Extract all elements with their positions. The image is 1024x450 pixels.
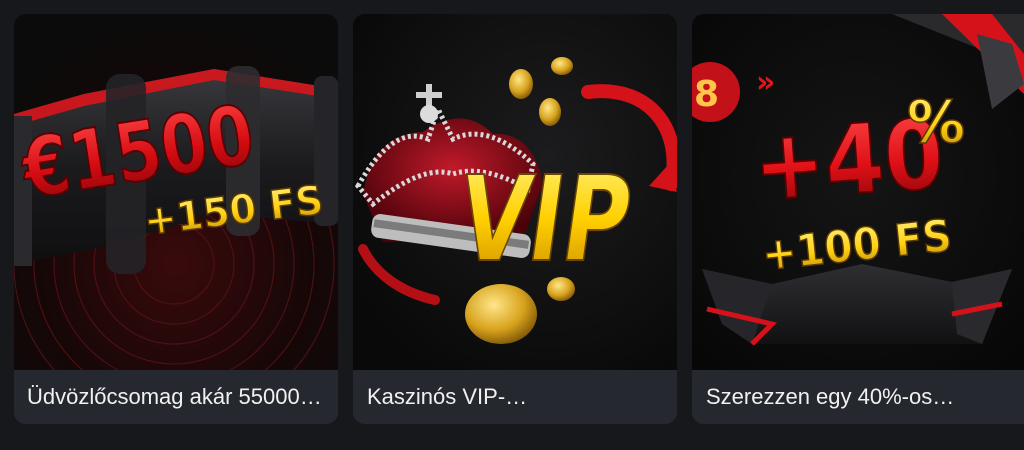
promo-image-welcome: €1500 +150 FS [14, 14, 338, 370]
promo-headline-vip: VIP [451, 151, 640, 288]
promo-badge: 8 [694, 74, 719, 115]
chevrons-icon: » [756, 65, 775, 100]
promo-image-vip: VIP [353, 14, 677, 370]
promo-card-40-percent[interactable]: 8 » +40 % +100 FS Szerezzen egy 40%-os… [692, 14, 1024, 424]
promo-caption: Szerezzen egy 40%-os… [692, 370, 1024, 424]
promo-image-40-percent: 8 » +40 % +100 FS [692, 14, 1024, 370]
promo-caption: Kaszinós VIP-… [353, 370, 677, 424]
promo-card-welcome-package[interactable]: €1500 +150 FS Üdvözlőcsomag akár 55000… [14, 14, 338, 424]
promo-card-vip[interactable]: VIP Kaszinós VIP-… [353, 14, 677, 424]
promo-headline-percent-sign: % [907, 88, 965, 156]
promo-caption: Üdvözlőcsomag akár 55000… [14, 370, 338, 424]
promotions-carousel: €1500 +150 FS Üdvözlőcsomag akár 55000… [0, 0, 1024, 450]
